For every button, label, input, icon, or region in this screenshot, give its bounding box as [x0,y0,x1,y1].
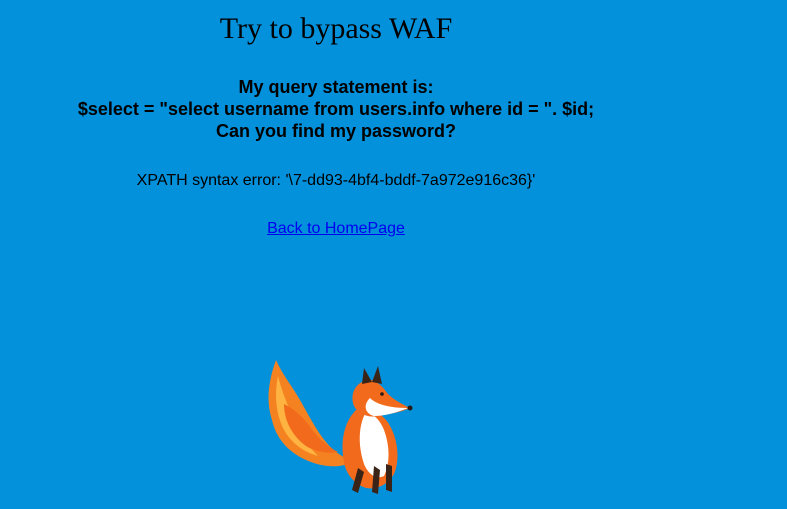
back-to-homepage-link[interactable]: Back to HomePage [267,220,405,237]
query-description: My query statement is: $select = "select… [0,76,672,142]
fox-eye [380,392,384,396]
fox-ear-left [362,368,372,384]
query-statement: $select = "select username from users.in… [77,99,595,119]
back-link-container: Back to HomePage [0,219,672,238]
query-question: Can you find my password? [215,121,457,141]
fox-illustration [268,360,413,494]
error-message: XPATH syntax error: '\7-dd93-4bf4-bddf-7… [136,172,536,189]
fox-ear-right [372,366,382,384]
page-title: Try to bypass WAF [219,12,453,45]
fox-leg-mid [386,464,392,492]
fox-nose [407,405,413,411]
query-heading: My query statement is: [238,77,434,97]
